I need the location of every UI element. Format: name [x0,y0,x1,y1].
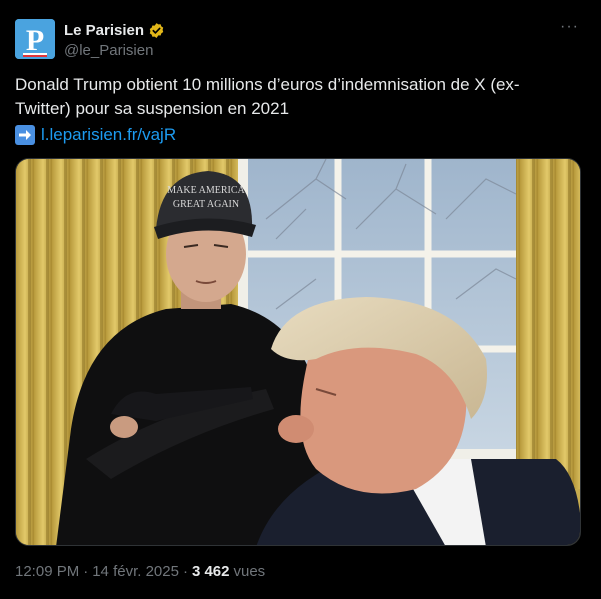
display-name[interactable]: Le Parisien [64,22,144,39]
handle[interactable]: @le_Parisien [64,42,165,59]
views-label: vues [233,563,266,580]
name-row: Le Parisien [64,20,165,40]
more-options-icon[interactable]: ··· [560,19,579,35]
tweet-card: P Le Parisien @le_Parisien ··· Donald Tr… [0,0,601,599]
avatar-letter: P [26,24,44,57]
avatar[interactable]: P [15,19,55,59]
tweet-photo[interactable]: MAKE AMERICA GREAT AGAIN [15,158,581,546]
author-block: Le Parisien @le_Parisien [64,20,165,59]
tweet-text: Donald Trump obtient 10 millions d’euros… [15,75,520,118]
tweet-date[interactable]: 14 févr. 2025 [92,563,179,580]
hat-text-line-2: GREAT AGAIN [173,199,239,210]
hat-text-line-1: MAKE AMERICA [167,185,245,196]
link-row: l.leparisien.fr/vajR [15,123,176,147]
meta-separator: · [182,563,188,580]
right-arrow-emoji-icon [15,125,35,145]
views-count: 3 462 [191,563,230,580]
tweet-meta: 12:09 PM · 14 févr. 2025 · 3 462 vues [15,563,265,580]
gold-verified-icon[interactable] [148,22,165,39]
tweet-time[interactable]: 12:09 PM [15,563,79,580]
photo-illustration: MAKE AMERICA GREAT AGAIN [16,159,580,545]
meta-separator: · [83,563,89,580]
le-parisien-logo-icon: P [15,19,55,59]
article-link[interactable]: l.leparisien.fr/vajR [41,125,176,145]
